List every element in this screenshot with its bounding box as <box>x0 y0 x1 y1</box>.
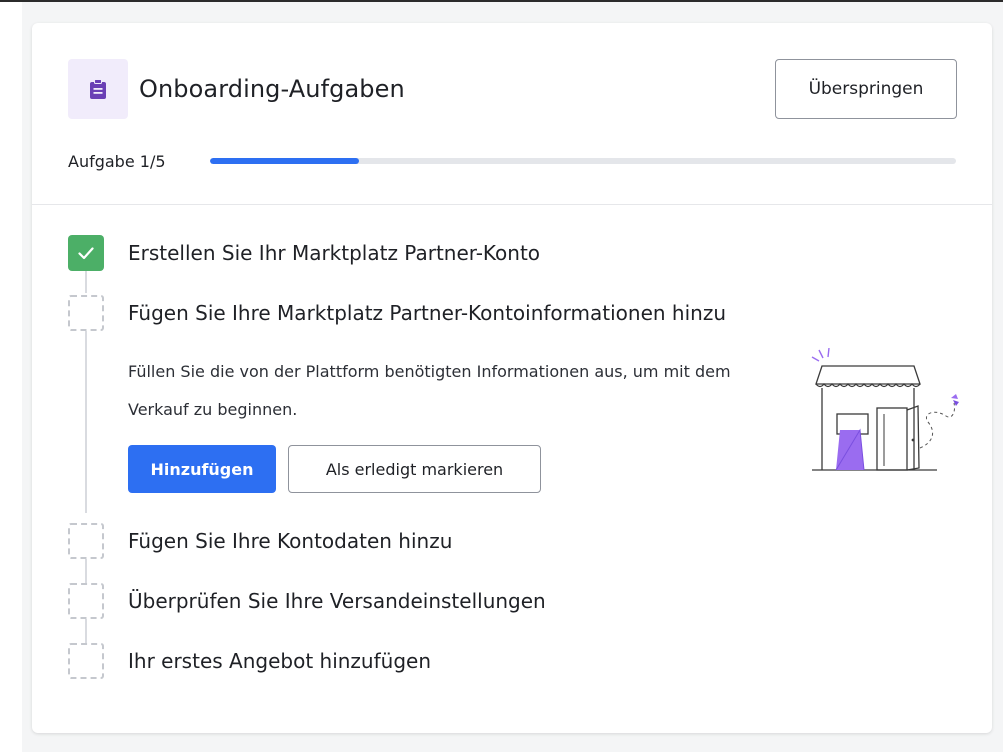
step-1-label: Erstellen Sie Ihr Marktplatz Partner-Kon… <box>128 241 541 265</box>
timeline-connector <box>85 619 87 643</box>
progress-label: Aufgabe 1/5 <box>68 152 166 171</box>
timeline-connector <box>85 271 87 293</box>
timeline-connector <box>85 559 87 583</box>
step-3-label: Fügen Sie Ihre Kontodaten hinzu <box>128 529 453 553</box>
step-2-label: Fügen Sie Ihre Marktplatz Partner-Kontoi… <box>128 301 726 325</box>
step-3-status-checkbox[interactable] <box>68 523 104 559</box>
progress-bar <box>210 158 956 164</box>
step-1-status-checkbox[interactable] <box>68 235 104 271</box>
page-title: Onboarding-Aufgaben <box>139 75 405 103</box>
onboarding-card: Onboarding-Aufgaben Überspringen Aufgabe… <box>32 23 992 733</box>
clipboard-icon <box>68 59 128 119</box>
skip-button[interactable]: Überspringen <box>775 59 957 119</box>
mark-as-done-button[interactable]: Als erledigt markieren <box>288 445 541 493</box>
window-top-border <box>0 0 1003 2</box>
step-5-status-checkbox[interactable] <box>68 643 104 679</box>
step-4-status-checkbox[interactable] <box>68 583 104 619</box>
step-5-label: Ihr erstes Angebot hinzufügen <box>128 649 431 673</box>
left-edge-panel <box>0 2 22 752</box>
step-2-description: Füllen Sie die von der Plattform benötig… <box>128 362 731 419</box>
timeline-connector <box>85 331 87 513</box>
onboarding-header: Onboarding-Aufgaben Überspringen Aufgabe… <box>32 23 992 205</box>
add-button[interactable]: Hinzufügen <box>128 445 276 493</box>
checkmark-icon <box>78 246 94 259</box>
step-4-label: Überprüfen Sie Ihre Versandeinstellungen <box>128 589 546 613</box>
clipboard-glyph <box>90 79 106 99</box>
step-2-status-checkbox[interactable] <box>68 295 104 331</box>
progress-bar-fill <box>210 158 360 164</box>
storefront-illustration <box>811 348 959 471</box>
